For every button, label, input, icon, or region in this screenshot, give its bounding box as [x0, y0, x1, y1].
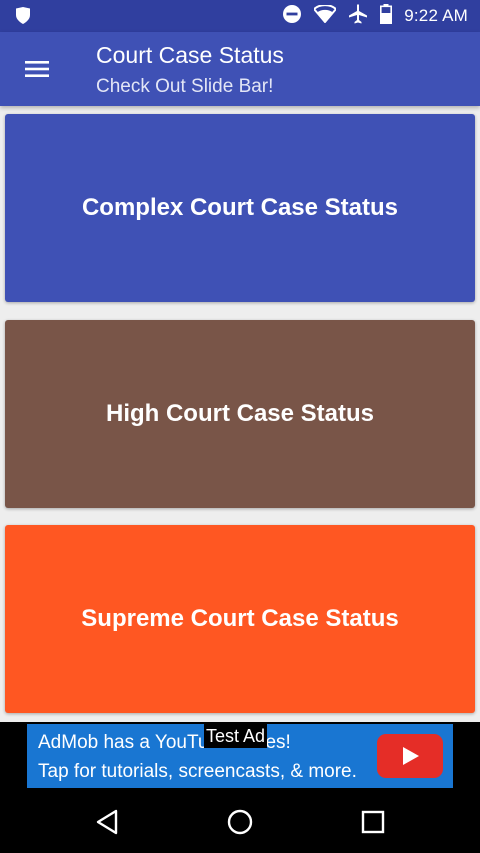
youtube-play-icon[interactable] — [377, 734, 443, 778]
app-title: Court Case Status — [96, 42, 284, 68]
card-label: Supreme Court Case Status — [81, 605, 399, 632]
recents-icon[interactable] — [356, 805, 390, 839]
back-icon[interactable] — [90, 805, 124, 839]
ad-strip: AdMob has a YouTube series! Tap for tuto… — [0, 722, 480, 790]
shield-icon — [16, 7, 30, 29]
supreme-court-case-status-button[interactable]: Supreme Court Case Status — [5, 525, 475, 713]
high-court-case-status-button[interactable]: High Court Case Status — [5, 320, 475, 508]
navigation-bar — [0, 790, 480, 853]
test-ad-badge: Test Ad — [204, 724, 268, 748]
battery-icon — [380, 3, 393, 29]
wifi-icon — [312, 3, 338, 28]
status-time: 9:22 AM — [404, 6, 468, 25]
hamburger-menu-icon[interactable] — [20, 54, 54, 84]
ad-line-2: Tap for tutorials, screencasts, & more. — [38, 761, 357, 782]
status-bar: 9:22 AM — [0, 0, 480, 32]
do-not-disturb-icon — [282, 4, 302, 29]
app-bar: Court Case Status Check Out Slide Bar! — [0, 32, 480, 106]
complex-court-case-status-button[interactable]: Complex Court Case Status — [5, 114, 475, 302]
card-label: Complex Court Case Status — [81, 194, 399, 221]
card-label: High Court Case Status — [105, 400, 375, 427]
app-subtitle: Check Out Slide Bar! — [96, 76, 274, 97]
home-icon[interactable] — [223, 805, 257, 839]
airplane-icon — [348, 3, 368, 29]
